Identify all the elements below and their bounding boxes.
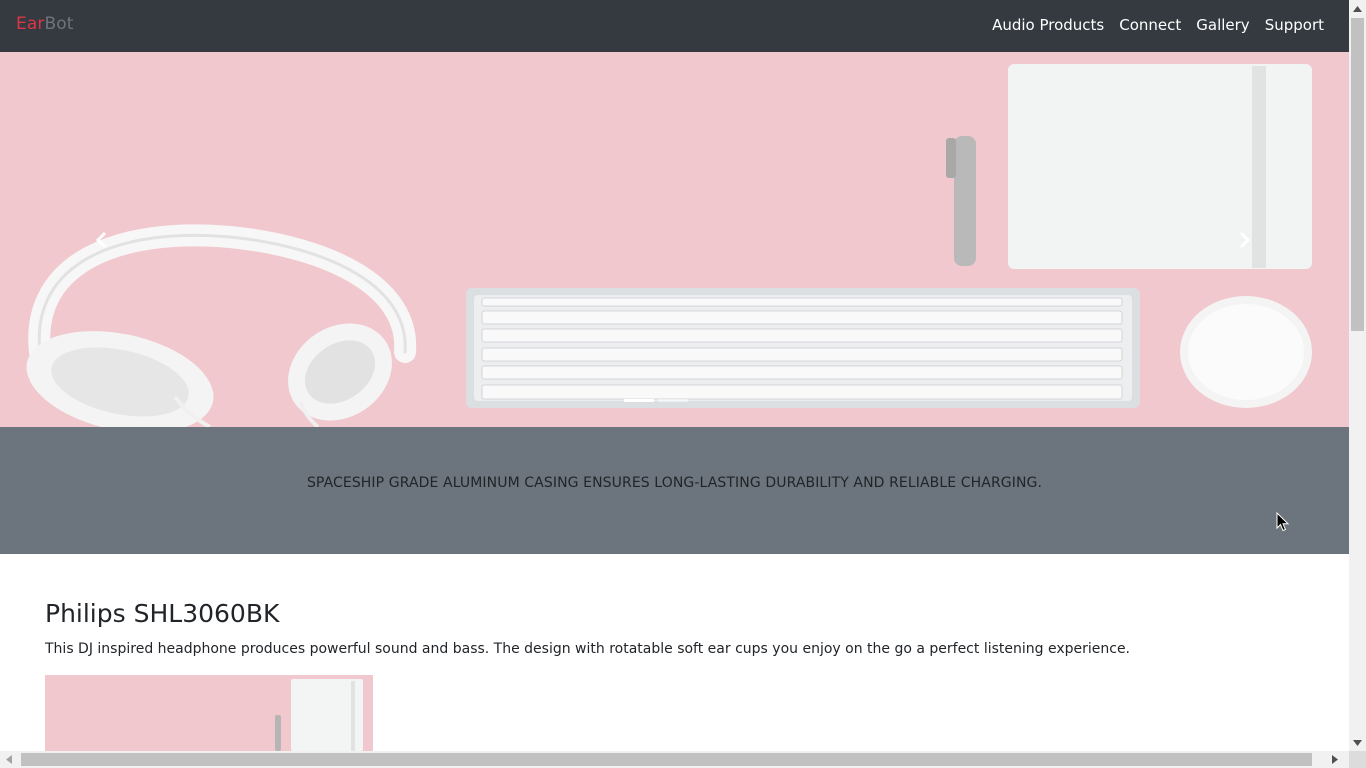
product-image [45,675,373,751]
carousel-indicator-1[interactable] [624,399,654,402]
triangle-left-icon [5,755,12,764]
horizontal-scroll-thumb[interactable] [21,753,1312,766]
triangle-down-icon [1353,739,1362,746]
triangle-up-icon [1353,5,1362,12]
nav-link-support[interactable]: Support [1265,16,1324,34]
vertical-scroll-thumb[interactable] [1351,18,1364,331]
brand-part-bot: Bot [44,14,74,34]
mouse-cursor-icon [1276,512,1290,532]
triangle-right-icon [1331,755,1338,764]
product-title: Philips SHL3060BK [45,599,280,628]
caption-band: SPACESHIP GRADE ALUMINUM CASING ENSURES … [0,427,1349,554]
brand-part-ear: Ear [16,14,45,34]
carousel-next-button[interactable] [1230,222,1260,258]
nav-link-gallery[interactable]: Gallery [1196,16,1249,34]
carousel-indicator-2[interactable] [658,399,688,402]
scroll-down-arrow[interactable] [1349,734,1366,751]
nav-link-connect[interactable]: Connect [1119,16,1181,34]
brand-logo[interactable]: EarBot [16,14,73,34]
product-description: This DJ inspired headphone produces powe… [45,641,1131,657]
scroll-up-arrow[interactable] [1349,0,1366,17]
carousel-prev-button[interactable] [86,222,116,258]
hero-carousel [0,52,1349,427]
vertical-scrollbar[interactable] [1349,0,1366,751]
scrollbar-corner [1349,751,1366,768]
chevron-right-icon [1239,231,1251,249]
carousel-caption: SPACESHIP GRADE ALUMINUM CASING ENSURES … [306,475,1043,491]
scroll-left-arrow[interactable] [0,751,17,768]
nav-links: Audio Products Connect Gallery Support [992,16,1324,34]
chevron-left-icon [95,231,107,249]
browser-viewport: EarBot Audio Products Connect Gallery Su… [0,0,1349,751]
horizontal-scrollbar[interactable] [0,751,1349,768]
nav-link-audio-products[interactable]: Audio Products [992,16,1104,34]
product-image-graphic [45,675,373,751]
hero-image [0,52,1349,427]
navbar: EarBot Audio Products Connect Gallery Su… [0,0,1349,52]
scroll-right-arrow[interactable] [1326,751,1343,768]
carousel-indicators [624,399,688,402]
